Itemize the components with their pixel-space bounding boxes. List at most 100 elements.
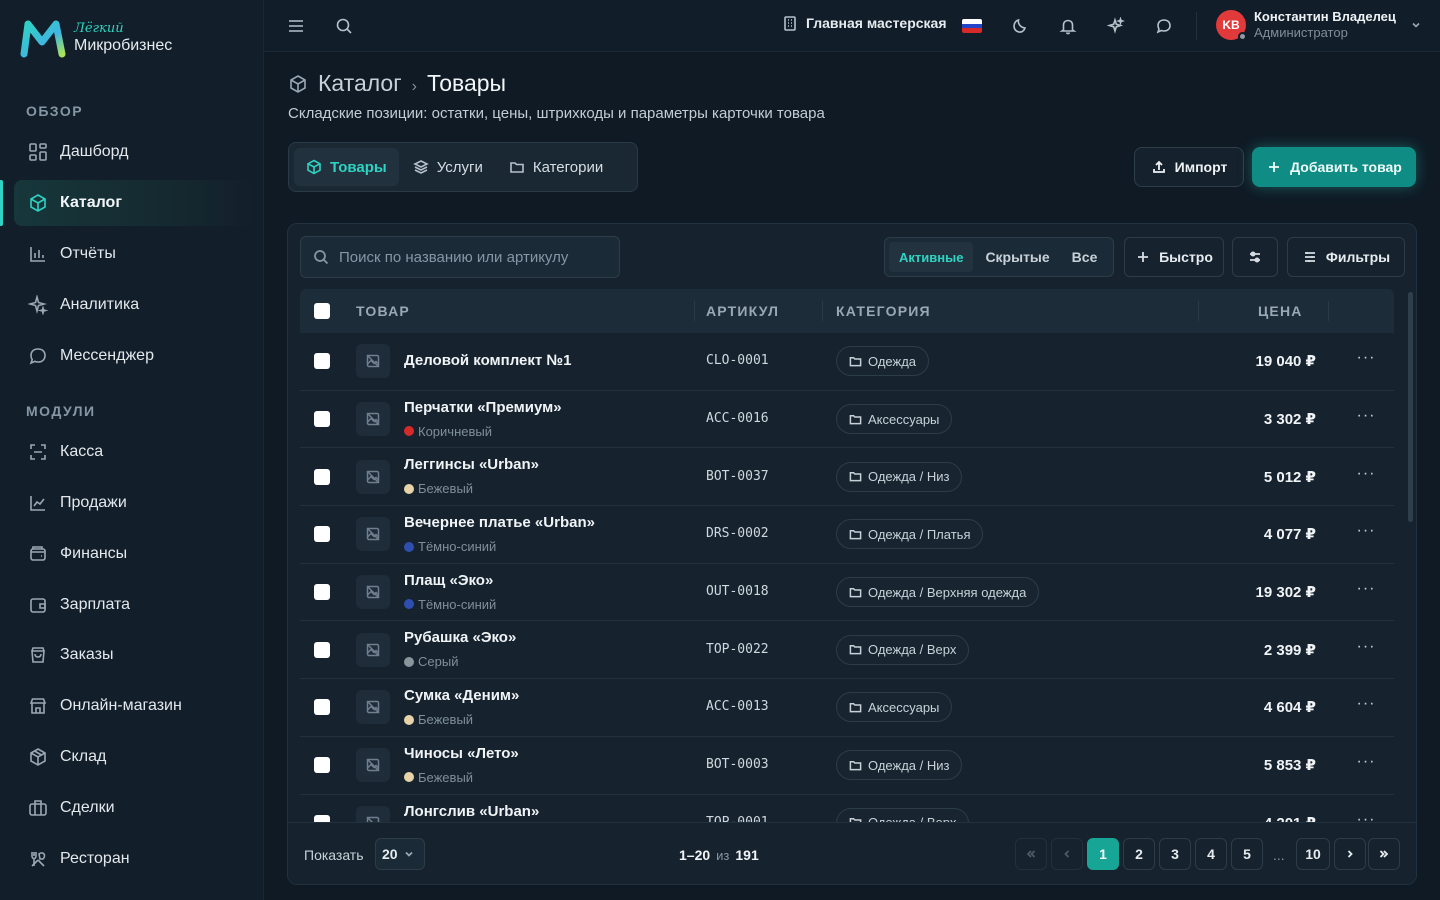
sidebar-item-restaurant[interactable]: Ресторан [14,836,252,882]
brand-logo[interactable]: Лёгкий Микробизнес [20,18,172,58]
filters-button[interactable]: Фильтры [1287,237,1405,277]
category-chip[interactable]: Аксессуары [836,404,953,435]
tab-categories[interactable]: Категории [497,148,615,186]
row-checkbox[interactable] [314,584,330,601]
row-more-icon[interactable]: ··· [1356,465,1376,487]
columns-settings-button[interactable] [1232,237,1278,277]
tab-label: Услуги [436,158,483,176]
sidebar-item-analytics[interactable]: Аналитика [14,282,252,328]
row-checkbox[interactable] [314,526,330,543]
sidebar-item-orders[interactable]: Заказы [14,632,252,678]
product-name[interactable]: Плащ «Эко» [404,572,493,589]
category-chip[interactable]: Одежда / Верх [836,634,970,665]
column-product[interactable]: ТОВАР [356,303,410,319]
bell-icon[interactable] [1056,14,1080,38]
tab-services[interactable]: Услуги [401,148,495,186]
sidebar-item-online-store[interactable]: Онлайн-магазин [14,683,252,729]
filter-all[interactable]: Все [1062,242,1108,272]
sidebar-item-salary[interactable]: Зарплата [14,582,252,628]
page-button-1[interactable]: 1 [1087,838,1119,870]
row-checkbox[interactable] [314,699,330,716]
category-chip[interactable]: Одежда / Низ [836,750,963,781]
row-more-icon[interactable]: ··· [1356,638,1376,660]
menu-icon[interactable] [284,14,308,38]
first-page-button[interactable] [1015,838,1047,870]
chat-icon[interactable] [1152,14,1176,38]
category-chip[interactable]: Одежда [836,346,930,377]
row-more-icon[interactable]: ··· [1356,696,1376,717]
product-name[interactable]: Вечернее платье «Urban» [404,514,595,531]
sparkles-icon[interactable] [1104,14,1128,38]
quick-add-button[interactable]: Быстро [1124,237,1224,277]
row-more-icon[interactable]: ··· [1356,754,1376,775]
row-checkbox[interactable] [314,468,330,485]
page-button-5[interactable]: 5 [1231,838,1263,870]
sidebar-item-reports[interactable]: Отчёты [14,231,252,277]
add-product-button[interactable]: Добавить товар [1252,147,1416,187]
product-name[interactable]: Рубашка «Эко» [404,629,516,646]
search-icon[interactable] [332,14,356,38]
sidebar-item-warehouse[interactable]: Склад [14,734,252,780]
row-checkbox[interactable] [314,411,330,428]
product-name[interactable]: Чиносы «Лето» [404,745,519,762]
sidebar-item-catalog[interactable]: Каталог [14,180,252,226]
column-price[interactable]: ЦЕНА [1258,303,1303,319]
sidebar-item-dashboard[interactable]: Дашборд [14,129,252,175]
table-row[interactable]: Деловой комплект №1 CLO-0001 Одежда 19 040 … [300,333,1394,391]
table-row[interactable]: Перчатки «Премиум» Коричневый ACC-0016 Аксе… [300,391,1394,449]
product-variant: Серый [404,654,458,669]
sidebar-item-sales[interactable]: Продажи [14,480,252,526]
page-button-10[interactable]: 10 [1296,838,1330,870]
row-more-icon[interactable]: ··· [1356,408,1376,429]
product-name[interactable]: Лонгслив «Urban» [404,803,539,820]
sidebar-item-cash[interactable]: Касса [14,429,252,475]
page-size-select[interactable]: 20 [375,838,425,870]
filter-hidden[interactable]: Скрытые [975,242,1059,272]
search-input[interactable] [339,248,609,266]
scrollbar[interactable] [1408,292,1413,522]
workspace-switcher[interactable]: Главная мастерская [782,15,947,31]
category-chip[interactable]: Одежда / Платья [836,519,984,550]
table-row[interactable]: Плащ «Эко» Тёмно-синий OUT-0018 Одежда / Ве… [300,564,1394,622]
next-page-button[interactable] [1334,838,1366,870]
prev-page-button[interactable] [1051,838,1083,870]
sidebar-item-deals[interactable]: Сделки [14,785,252,831]
table-row[interactable]: Чиносы «Лето» Бежевый BOT-0003 Одежда / Низ… [300,737,1394,795]
tab-products[interactable]: Товары [294,148,399,186]
page-button-3[interactable]: 3 [1159,838,1191,870]
language-flag-ru[interactable] [962,19,982,33]
table-row[interactable]: Рубашка «Эко» Серый TOP-0022 Одежда / Верх 2… [300,621,1394,680]
product-name[interactable]: Деловой комплект №1 [404,352,571,369]
moon-icon[interactable] [1008,14,1032,38]
category-chip[interactable]: Аксессуары [836,692,953,723]
last-page-button[interactable] [1368,838,1400,870]
row-checkbox[interactable] [314,757,330,774]
table-row[interactable]: Сумка «Деним» Бежевый ACC-0013 Аксессуары 4 … [300,679,1394,737]
filter-active[interactable]: Активные [889,242,974,272]
row-checkbox[interactable] [314,641,330,658]
page-button-2[interactable]: 2 [1123,838,1155,870]
user-menu[interactable]: KB Константин Владелец Администратор [1216,9,1422,41]
column-category[interactable]: КАТЕГОРИЯ [836,303,931,319]
table-row[interactable]: Леггинсы «Urban» Бежевый BOT-0037 Одежда / … [300,448,1394,507]
sidebar-item-messenger[interactable]: Мессенджер [14,333,252,379]
table-row[interactable]: Вечернее платье «Urban» Тёмно-синий DRS-00… [300,506,1394,564]
product-sku: OUT-0018 [706,584,769,600]
category-chip[interactable]: Одежда / Низ [836,461,963,492]
sidebar-item-finance[interactable]: Финансы [14,531,252,577]
category-chip[interactable]: Одежда / Верхняя одежда [836,577,1040,608]
sidebar-item-label: Дашборд [60,143,129,160]
row-more-icon[interactable]: ··· [1356,523,1376,544]
product-name[interactable]: Сумка «Деним» [404,687,519,704]
column-sku[interactable]: АРТИКУЛ [706,303,779,319]
product-name[interactable]: Перчатки «Премиум» [404,399,562,416]
product-name[interactable]: Леггинсы «Urban» [404,456,539,473]
select-all-checkbox[interactable] [314,303,330,319]
import-button[interactable]: Импорт [1134,147,1244,187]
row-more-icon[interactable]: ··· [1356,350,1376,371]
row-checkbox[interactable] [314,353,330,370]
row-more-icon[interactable]: ··· [1356,581,1376,602]
breadcrumb-parent[interactable]: Каталог [318,70,402,97]
breadcrumb: Каталог › Товары [288,70,506,97]
page-button-4[interactable]: 4 [1195,838,1227,870]
